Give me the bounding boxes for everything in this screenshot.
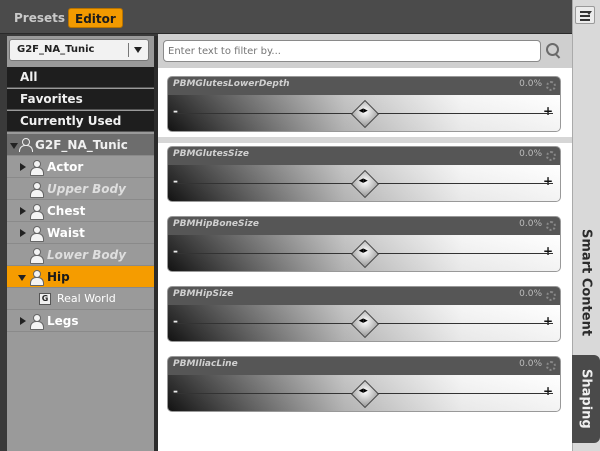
tree-item-waist[interactable]: Waist — [7, 222, 154, 244]
minus-icon[interactable]: - — [173, 244, 178, 258]
tab-presets[interactable]: Presets — [8, 8, 71, 28]
slider-value[interactable]: 0.0% — [519, 79, 542, 89]
slider-name: PBMGlutesSize — [173, 149, 249, 159]
tree-item-legs[interactable]: Legs — [7, 310, 154, 332]
plus-icon[interactable]: + — [543, 314, 553, 328]
slider-name: PBMHipSize — [173, 289, 234, 299]
minus-icon[interactable]: - — [173, 174, 178, 188]
category-all[interactable]: All — [7, 67, 154, 88]
slider-value[interactable]: 0.0% — [519, 359, 542, 369]
tree-item-label: G2F_NA_Tunic — [35, 138, 128, 152]
plus-icon[interactable]: + — [543, 384, 553, 398]
tree-item-label: Actor — [47, 160, 84, 174]
tree-item-lower-body[interactable]: Lower Body — [7, 244, 154, 266]
tree-item-hip[interactable]: Hip — [7, 266, 154, 288]
plus-icon[interactable]: + — [543, 104, 553, 118]
gear-icon[interactable] — [546, 361, 556, 371]
slider-value[interactable]: 0.0% — [519, 289, 542, 299]
expand-right-icon[interactable] — [20, 207, 26, 215]
person-icon — [30, 204, 44, 220]
slider-header: PBMHipSize 0.0% — [168, 287, 560, 305]
slider-name: PBMIliacLine — [173, 359, 238, 369]
plus-icon[interactable]: + — [543, 174, 553, 188]
minus-icon[interactable]: - — [173, 104, 178, 118]
slider-header: PBMGlutesLowerDepth 0.0% — [168, 77, 560, 95]
slider-value[interactable]: 0.0% — [519, 149, 542, 159]
slider-name: PBMHipBoneSize — [173, 219, 259, 229]
tree-item-label: Hip — [47, 270, 70, 284]
slider-header: PBMHipBoneSize 0.0% — [168, 217, 560, 235]
content-library-pane: Presets Editor Smart Content Shaping G2F… — [0, 0, 600, 451]
tree-item-label: Legs — [47, 314, 79, 328]
gear-icon[interactable] — [546, 291, 556, 301]
figure-icon — [19, 138, 33, 152]
tab-smart-content[interactable]: Smart Content — [572, 222, 600, 344]
tree-item-real-world[interactable]: G Real World — [7, 288, 154, 310]
expand-right-icon[interactable] — [20, 163, 26, 171]
person-icon — [30, 182, 44, 198]
top-tab-bar: Presets Editor — [0, 0, 572, 34]
category-currently-used[interactable]: Currently Used — [7, 111, 154, 132]
slider-pbm-hip-bone-size[interactable]: PBMHipBoneSize 0.0% - + — [167, 216, 561, 272]
tree-item-actor[interactable]: Actor — [7, 156, 154, 178]
slider-pbm-hip-size[interactable]: PBMHipSize 0.0% - + — [167, 286, 561, 342]
tree-item-label: Chest — [47, 204, 86, 218]
tree-item-label: Lower Body — [47, 248, 127, 262]
tree-item-figure-root[interactable]: G2F_NA_Tunic — [7, 134, 154, 156]
divider — [158, 137, 572, 143]
person-icon — [30, 314, 44, 330]
person-icon — [30, 226, 44, 242]
tree-item-chest[interactable]: Chest — [7, 200, 154, 222]
figure-selector[interactable]: G2F_NA_Tunic — [9, 39, 149, 61]
tab-shaping[interactable]: Shaping — [572, 355, 600, 443]
expand-right-icon[interactable] — [20, 229, 26, 237]
figure-selector-value: G2F_NA_Tunic — [17, 44, 95, 55]
chevron-down-icon[interactable] — [134, 47, 142, 53]
filter-input[interactable] — [163, 40, 541, 62]
slider-pbm-glutes-size[interactable]: PBMGlutesSize 0.0% - + — [167, 146, 561, 202]
minus-icon[interactable]: - — [173, 384, 178, 398]
slider-name: PBMGlutesLowerDepth — [173, 79, 290, 89]
gear-icon[interactable] — [546, 151, 556, 161]
tree-item-label: Real World — [57, 292, 116, 305]
slider-header: PBMIliacLine 0.0% — [168, 357, 560, 375]
group-g-icon: G — [39, 293, 51, 305]
pane-menu-icon[interactable] — [575, 6, 595, 24]
slider-pbm-iliac-line[interactable]: PBMIliacLine 0.0% - + — [167, 356, 561, 412]
tree-item-upper-body[interactable]: Upper Body — [7, 178, 154, 200]
tree-item-label: Waist — [47, 226, 85, 240]
expand-right-icon[interactable] — [20, 317, 26, 325]
tab-editor[interactable]: Editor — [68, 8, 123, 28]
slider-value[interactable]: 0.0% — [519, 219, 542, 229]
person-icon — [30, 248, 44, 264]
tree-item-label: Upper Body — [47, 182, 126, 196]
plus-icon[interactable]: + — [543, 244, 553, 258]
person-icon — [30, 160, 44, 176]
gear-icon[interactable] — [546, 81, 556, 91]
search-icon[interactable] — [545, 42, 563, 60]
category-favorites[interactable]: Favorites — [7, 89, 154, 110]
gear-icon[interactable] — [546, 221, 556, 231]
expand-down-icon[interactable] — [10, 143, 18, 149]
slider-header: PBMGlutesSize 0.0% — [168, 147, 560, 165]
person-icon — [30, 270, 44, 286]
minus-icon[interactable]: - — [173, 314, 178, 328]
slider-pbm-glutes-lower-depth[interactable]: PBMGlutesLowerDepth 0.0% - + — [167, 76, 561, 132]
divider — [128, 43, 129, 57]
expand-down-icon[interactable] — [18, 275, 26, 281]
